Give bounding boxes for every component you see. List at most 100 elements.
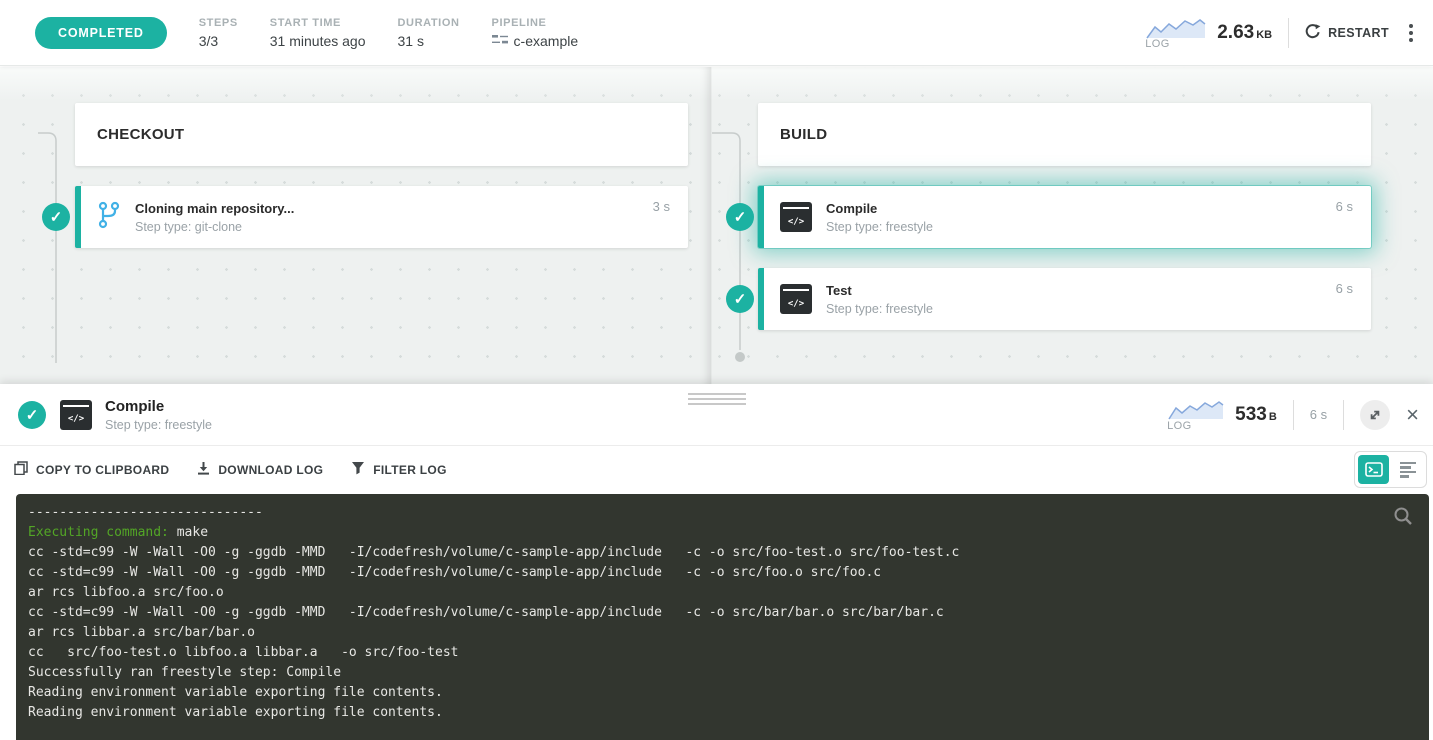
pipeline-label: PIPELINE bbox=[492, 17, 579, 29]
step-success-check-icon: ✓ bbox=[18, 401, 46, 429]
start-time-field: START TIME 31 minutes ago bbox=[270, 17, 366, 49]
copy-icon bbox=[14, 461, 28, 478]
step-type: Step type: git-clone bbox=[135, 220, 294, 234]
panel-resize-handle[interactable] bbox=[682, 388, 752, 410]
step-success-check-icon: ✓ bbox=[726, 203, 754, 231]
step-title: Test bbox=[826, 283, 933, 298]
log-sparkline-chart bbox=[1145, 16, 1207, 40]
connector-end-dot bbox=[735, 352, 745, 362]
panel-step-title: Compile bbox=[105, 398, 212, 415]
log-sparkline-chart bbox=[1167, 398, 1225, 422]
text-view-icon bbox=[1400, 462, 1416, 478]
log-line: Executing command: make bbox=[28, 523, 1417, 543]
step-duration: 6 s bbox=[1336, 186, 1353, 214]
step-type: Step type: freestyle bbox=[826, 302, 933, 316]
log-size-value: 2.63KB bbox=[1217, 22, 1272, 44]
build-header-bar: COMPLETED STEPS 3/3 START TIME 31 minute… bbox=[0, 0, 1433, 66]
build-log-size-widget: LOG 2.63KB bbox=[1145, 16, 1272, 50]
panel-step-type: Step type: freestyle bbox=[105, 418, 212, 432]
restart-label: RESTART bbox=[1328, 26, 1389, 40]
pipeline-name: c-example bbox=[514, 33, 579, 49]
step-title: Compile bbox=[826, 201, 933, 216]
log-label: LOG bbox=[1145, 38, 1169, 50]
panel-step-duration: 6 s bbox=[1310, 407, 1327, 422]
log-label: LOG bbox=[1167, 420, 1191, 432]
log-line: Reading environment variable exporting f… bbox=[28, 683, 1417, 703]
start-time-value: 31 minutes ago bbox=[270, 33, 366, 49]
build-page: COMPLETED STEPS 3/3 START TIME 31 minute… bbox=[0, 0, 1433, 740]
step-detail-panel: ✓ Compile Step type: freestyle LOG 533B … bbox=[0, 384, 1433, 740]
pipeline-icon bbox=[492, 33, 508, 49]
terminal-view-icon bbox=[1365, 462, 1383, 477]
duration-label: DURATION bbox=[398, 17, 460, 29]
log-size-unit: B bbox=[1269, 411, 1277, 423]
pipeline-field: PIPELINE c-example bbox=[492, 17, 579, 49]
log-view-toggle bbox=[1354, 451, 1427, 488]
stage-header-build: BUILD bbox=[758, 103, 1371, 166]
log-line: ar rcs libbar.a src/bar/bar.o bbox=[28, 623, 1417, 643]
step-success-check-icon: ✓ bbox=[726, 285, 754, 313]
log-output[interactable]: ------------------------------Executing … bbox=[16, 494, 1429, 740]
stage-title: CHECKOUT bbox=[97, 126, 184, 143]
freestyle-terminal-icon bbox=[60, 400, 92, 430]
pipeline-value[interactable]: c-example bbox=[492, 33, 579, 49]
status-badge: COMPLETED bbox=[35, 17, 167, 49]
step-duration: 3 s bbox=[653, 186, 670, 214]
text-view-button[interactable] bbox=[1392, 455, 1423, 484]
steps-label: STEPS bbox=[199, 17, 238, 29]
log-size-unit: KB bbox=[1256, 29, 1272, 41]
step-duration: 6 s bbox=[1336, 268, 1353, 296]
panel-divider bbox=[1343, 400, 1344, 430]
stage-title: BUILD bbox=[780, 126, 827, 143]
download-log-button[interactable]: DOWNLOAD LOG bbox=[197, 461, 323, 478]
copy-label: COPY TO CLIPBOARD bbox=[36, 463, 169, 477]
close-panel-button[interactable]: × bbox=[1406, 404, 1419, 426]
step-log-size-widget: LOG 533B bbox=[1167, 398, 1277, 432]
more-options-button[interactable] bbox=[1405, 20, 1417, 45]
freestyle-terminal-icon bbox=[780, 284, 812, 314]
pipeline-graph: CHECKOUT ✓ Cloning main repository... St… bbox=[0, 67, 1433, 384]
panel-divider bbox=[1293, 400, 1294, 430]
restart-icon bbox=[1305, 23, 1321, 42]
close-icon: × bbox=[1406, 402, 1419, 427]
step-card-clone[interactable]: Cloning main repository... Step type: gi… bbox=[75, 186, 688, 248]
start-time-label: START TIME bbox=[270, 17, 366, 29]
log-line: Reading environment variable exporting f… bbox=[28, 703, 1417, 723]
copy-to-clipboard-button[interactable]: COPY TO CLIPBOARD bbox=[14, 461, 169, 478]
log-size-value: 533B bbox=[1235, 404, 1277, 426]
restart-button[interactable]: RESTART bbox=[1305, 23, 1389, 42]
git-clone-icon bbox=[97, 201, 121, 234]
log-line: ar rcs libfoo.a src/foo.o bbox=[28, 583, 1417, 603]
expand-panel-button[interactable] bbox=[1360, 400, 1390, 430]
filter-label: FILTER LOG bbox=[373, 463, 446, 477]
log-sparkline-widget: LOG bbox=[1167, 398, 1225, 432]
build-meta-fields: STEPS 3/3 START TIME 31 minutes ago DURA… bbox=[199, 17, 578, 49]
download-label: DOWNLOAD LOG bbox=[218, 463, 323, 477]
log-line: Successfully ran freestyle step: Compile bbox=[28, 663, 1417, 683]
log-line: cc src/foo-test.o libfoo.a libbar.a -o s… bbox=[28, 643, 1417, 663]
duration-value: 31 s bbox=[398, 33, 460, 49]
step-success-check-icon: ✓ bbox=[42, 203, 70, 231]
filter-icon bbox=[351, 461, 365, 478]
expand-icon bbox=[1367, 407, 1383, 423]
search-icon[interactable] bbox=[1393, 506, 1413, 531]
log-toolbar: COPY TO CLIPBOARD DOWNLOAD LOG bbox=[0, 446, 1433, 493]
header-divider bbox=[1288, 18, 1289, 48]
step-texts: Cloning main repository... Step type: gi… bbox=[135, 201, 294, 234]
filter-log-button[interactable]: FILTER LOG bbox=[351, 461, 446, 478]
steps-field: STEPS 3/3 bbox=[199, 17, 238, 49]
step-type: Step type: freestyle bbox=[826, 220, 933, 234]
terminal-view-button[interactable] bbox=[1358, 455, 1389, 484]
step-title: Cloning main repository... bbox=[135, 201, 294, 216]
duration-field: DURATION 31 s bbox=[398, 17, 460, 49]
step-texts: Test Step type: freestyle bbox=[826, 283, 933, 316]
step-card-compile[interactable]: Compile Step type: freestyle 6 s bbox=[758, 186, 1371, 248]
panel-titles: Compile Step type: freestyle bbox=[105, 398, 212, 432]
download-icon bbox=[197, 461, 210, 478]
log-line: cc -std=c99 -W -Wall -O0 -g -ggdb -MMD -… bbox=[28, 603, 1417, 623]
log-line: cc -std=c99 -W -Wall -O0 -g -ggdb -MMD -… bbox=[28, 543, 1417, 563]
log-lines: ------------------------------Executing … bbox=[28, 503, 1417, 723]
log-line: ------------------------------ bbox=[28, 503, 1417, 523]
freestyle-terminal-icon bbox=[780, 202, 812, 232]
step-card-test[interactable]: Test Step type: freestyle 6 s bbox=[758, 268, 1371, 330]
